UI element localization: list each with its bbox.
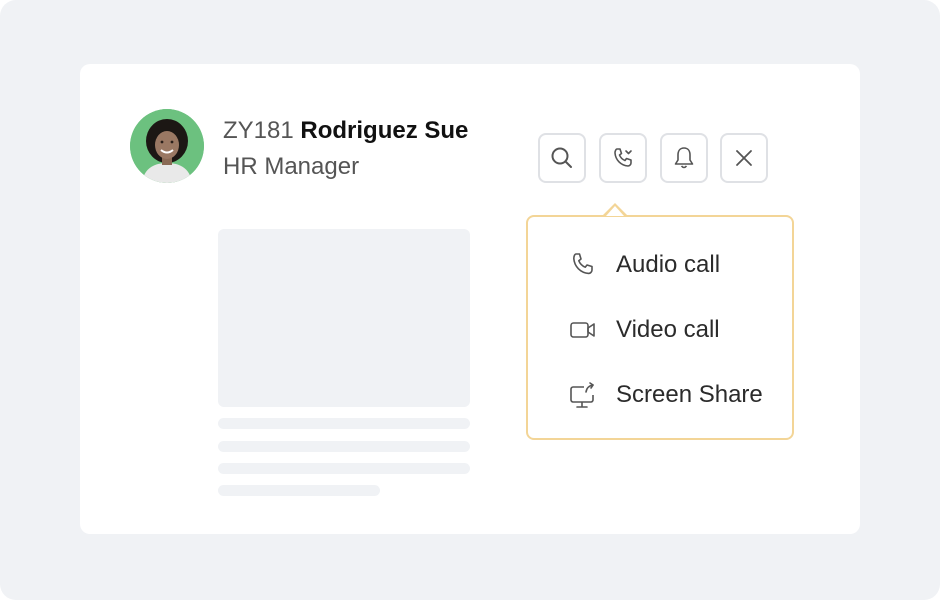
search-button[interactable] [538,133,586,183]
contact-role: HR Manager [223,153,360,180]
contact-name: Rodriguez Sue [300,117,469,144]
search-icon [551,147,572,168]
screen-share-icon [570,382,594,408]
content-placeholder-line [218,418,470,429]
contact-name-line: ZY181 Rodriguez Sue [223,117,468,145]
menu-item-audio-call[interactable]: Audio call [568,245,778,285]
content-placeholder-line [218,441,470,452]
avatar-portrait [130,109,204,183]
dropdown-caret-fill [606,206,624,216]
call-options-icon [614,148,632,167]
menu-item-video-call[interactable]: Video call [568,310,778,350]
menu-item-label: Screen Share [616,381,763,408]
menu-item-screen-share[interactable]: Screen Share [568,375,778,415]
content-placeholder-line [218,463,470,474]
menu-item-label: Video call [616,316,720,343]
phone-icon [573,253,593,275]
avatar [130,109,204,183]
notifications-button[interactable] [660,133,708,183]
call-options-button[interactable] [599,133,647,183]
close-icon [736,150,752,166]
content-placeholder-line [218,485,380,496]
employee-id: ZY181 [223,117,294,144]
video-camera-icon [570,322,595,338]
bell-icon [674,147,694,169]
content-placeholder-image [218,229,470,407]
close-button[interactable] [720,133,768,183]
menu-item-label: Audio call [616,251,721,278]
